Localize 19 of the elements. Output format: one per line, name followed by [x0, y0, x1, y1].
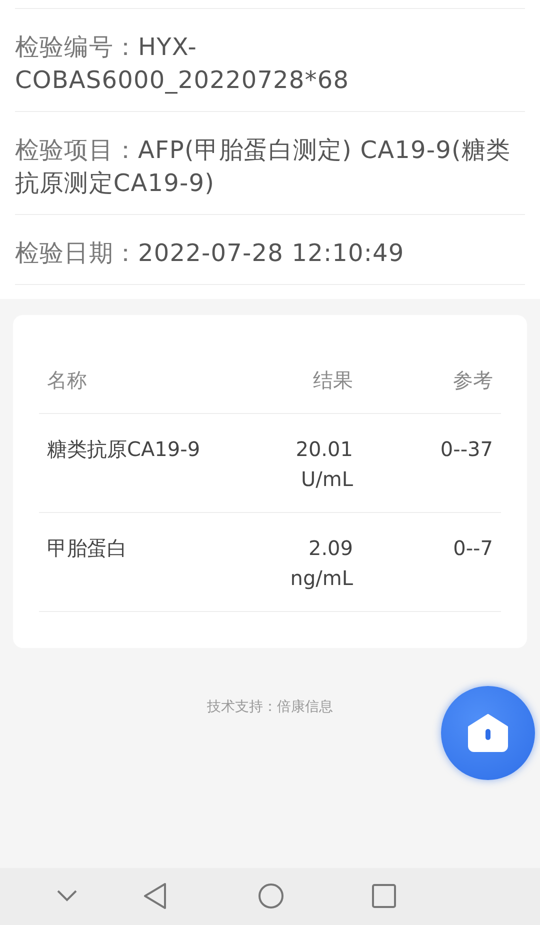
- column-header: 名称: [47, 367, 88, 394]
- info-text: 检验编号：HYX-COBAS6000_20220728*68: [15, 32, 350, 96]
- table-cell-text: 糖类抗原CA19-9: [47, 436, 202, 463]
- table-cell-text: 0--37: [440, 436, 493, 463]
- column-header: 结果: [313, 367, 353, 394]
- home-circle-icon[interactable]: [258, 883, 284, 909]
- recents-square-icon[interactable]: [372, 884, 396, 908]
- column-header: 参考: [453, 367, 493, 394]
- table-cell-text: 2.09 ng/mL: [289, 535, 353, 592]
- table-cell-text: 甲胎蛋白: [47, 535, 128, 562]
- footer-text: 技术支持：倍康信息: [207, 699, 333, 715]
- table-cell-text: 0--7: [453, 535, 493, 562]
- chevron-down-icon[interactable]: [56, 888, 78, 902]
- info-text: 检验日期：2022-07-28 12:10:49: [15, 238, 406, 269]
- home-button[interactable]: [441, 686, 535, 780]
- info-text: 检验项目：AFP(甲胎蛋白测定) CA19-9(糖类抗原测定CA19-9): [15, 135, 512, 199]
- back-icon[interactable]: [143, 882, 167, 910]
- home-icon: [467, 714, 509, 752]
- table-cell-text: 20.01 U/mL: [294, 436, 353, 493]
